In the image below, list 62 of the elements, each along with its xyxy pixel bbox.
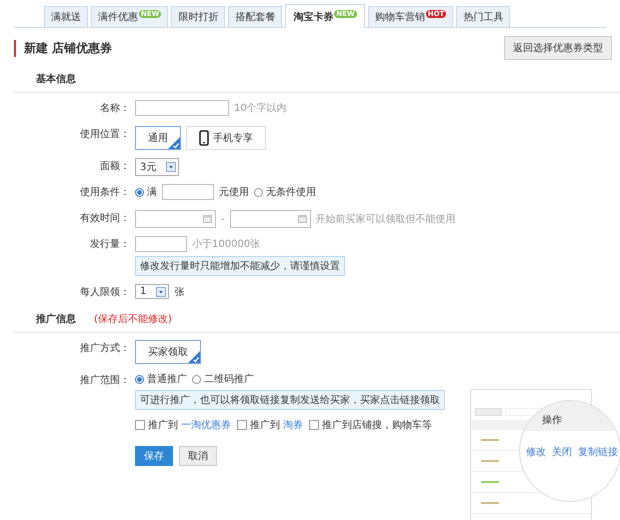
field-label: 发行量：	[89, 238, 130, 252]
choice-option[interactable]: 买家领取	[135, 340, 201, 364]
checkbox[interactable]	[237, 420, 247, 430]
checkbox[interactable]	[135, 420, 145, 430]
tab[interactable]: 限时打折	[171, 6, 226, 27]
action-link[interactable]: 复制链接	[578, 445, 618, 459]
field-label: 每人限领：	[79, 286, 130, 300]
field-label: 面额：	[99, 160, 130, 174]
radio-option[interactable]: 普通推广	[135, 372, 187, 386]
radio-option[interactable]: 满	[135, 185, 157, 199]
choice-option[interactable]: 手机专享	[186, 126, 266, 150]
radio-option[interactable]: 无条件使用	[254, 185, 316, 199]
choice-option[interactable]: 通用	[135, 126, 181, 150]
radio-option[interactable]: 二维码推广	[192, 372, 254, 386]
page-title: 新建 店铺优惠券	[14, 40, 112, 56]
section-warning: (保存后不能修改)	[94, 312, 172, 326]
check-corner-icon	[188, 351, 200, 363]
unit-label: 元使用	[219, 186, 249, 199]
input-field[interactable]	[135, 236, 187, 252]
date-field[interactable]	[230, 210, 311, 228]
sparkline-drawing	[481, 460, 499, 462]
sparkline-drawing	[481, 481, 499, 483]
section-title: 基本信息	[36, 72, 76, 86]
calendar-icon	[203, 215, 212, 223]
checkbox-label: 推广到	[250, 418, 280, 432]
checkbox-label: 推广到	[148, 418, 178, 432]
check-corner-icon	[168, 137, 180, 149]
sparkline-drawing	[481, 502, 499, 504]
promo-link[interactable]: 一淘优惠券	[181, 418, 231, 432]
checkbox-label: 推广到店铺搜，购物车等	[322, 418, 432, 432]
tab[interactable]: 满就送	[44, 6, 88, 27]
field-hint: 10个字以内	[234, 102, 287, 115]
info-note: 修改发行量时只能增加不能减少，请谨慎设置	[135, 256, 345, 276]
action-link[interactable]: 关闭	[552, 445, 572, 459]
tab[interactable]: 搭配套餐	[228, 6, 282, 27]
input-field[interactable]	[162, 184, 214, 200]
tab[interactable]: 热门工具	[456, 6, 510, 27]
promo-link[interactable]: 淘券	[283, 418, 303, 432]
section-title: 推广信息	[36, 312, 76, 326]
dropdown[interactable]: 3元	[135, 158, 180, 176]
input-field[interactable]	[135, 100, 229, 116]
checkbox[interactable]	[309, 420, 319, 430]
action-link[interactable]: 修改	[526, 445, 546, 459]
cancel-button[interactable]: 取消	[179, 446, 217, 466]
field-label: 名称：	[99, 102, 130, 116]
sparkline-drawing	[481, 439, 499, 441]
save-button[interactable]: 保存	[135, 446, 173, 466]
info-note: 可进行推广，也可以将领取链接复制发送给买家，买家点击链接领取	[135, 390, 445, 410]
calendar-icon	[298, 215, 307, 223]
field-label: 使用条件：	[79, 186, 130, 200]
field-label: 推广方式：	[79, 342, 130, 356]
field-hint: 开始前买家可以领取但不能使用	[316, 212, 456, 226]
unit-label: 张	[174, 286, 184, 298]
field-label: 推广范围：	[79, 374, 130, 388]
date-field[interactable]	[135, 210, 216, 228]
back-button[interactable]: 返回选择优惠券类型	[504, 36, 612, 60]
phone-icon	[199, 130, 209, 146]
field-hint: 小于100000张	[192, 238, 260, 251]
field-label: 有效时间：	[79, 212, 130, 226]
field-label: 使用位置：	[79, 128, 130, 142]
dropdown[interactable]: 1	[135, 284, 170, 299]
range-separator: -	[221, 214, 225, 224]
